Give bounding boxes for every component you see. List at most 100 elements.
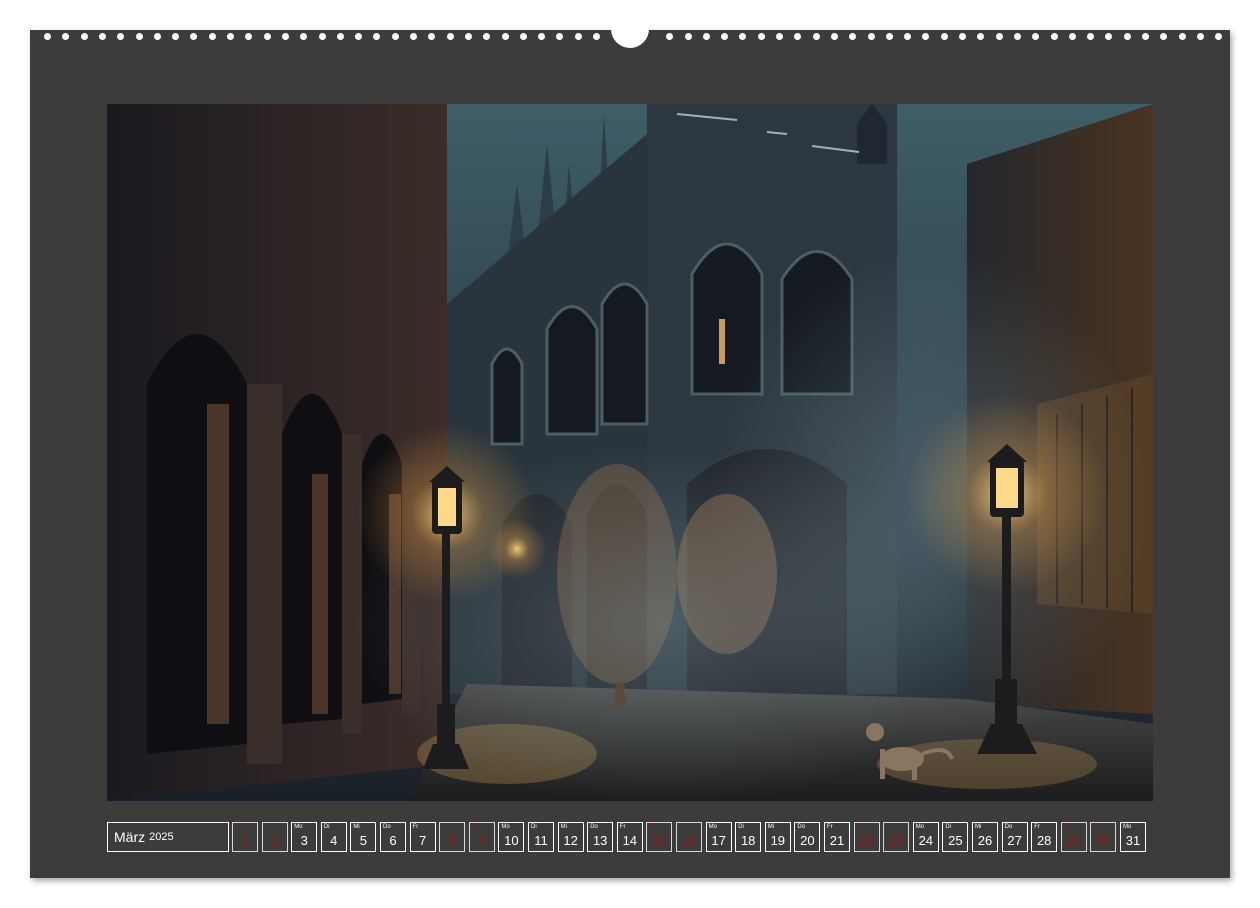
weekday-label: Sa	[442, 824, 450, 830]
spiral-hole	[776, 33, 783, 40]
day-number: 31	[1125, 833, 1141, 848]
weekday-label: So	[1093, 824, 1101, 830]
weekday-label: Mi	[767, 824, 775, 830]
spiral-hole	[977, 33, 985, 40]
day-number: 19	[770, 833, 786, 848]
day-number: 27	[1007, 833, 1022, 848]
day-cell: Di 25	[942, 822, 969, 852]
calendar-day-strip: März 2025 Sa 1 So 2 Mo 3 Di 4 Mi 5 Do 6 Fr 7 Sa 8 So 9 Mo 1…	[107, 822, 1153, 854]
weekday-label: Sa	[235, 824, 243, 830]
spiral-hole	[501, 33, 509, 40]
weekday-label: Di	[323, 824, 330, 830]
day-number: 4	[330, 833, 338, 848]
day-cell: Mo 3	[291, 822, 318, 852]
day-number: 25	[948, 833, 963, 848]
day-cell: So 30	[1090, 822, 1117, 852]
day-cell: Mi 19	[764, 822, 791, 852]
spiral-hole	[849, 33, 857, 40]
day-number: 20	[800, 833, 815, 848]
day-number: 23	[888, 833, 904, 848]
day-number: 29	[1066, 833, 1082, 848]
weekday-label: Do	[590, 824, 598, 830]
spiral-hole	[227, 33, 234, 40]
day-cell: Mi 26	[972, 822, 998, 852]
day-cell: Fr 14	[616, 822, 643, 852]
weekday-label: Sa	[649, 824, 657, 830]
spiral-hole	[556, 33, 564, 40]
spiral-hole	[1178, 33, 1186, 40]
day-cell: Fr 7	[409, 822, 436, 852]
day-number: 18	[740, 833, 756, 848]
spiral-hole	[666, 33, 674, 40]
weekday-label: Mi	[975, 824, 982, 830]
weekday-label: Di	[531, 824, 537, 830]
spiral-hole	[172, 33, 180, 40]
weekday-label: Sa	[1063, 824, 1072, 830]
spiral-hole	[574, 33, 582, 40]
spiral-hole	[940, 33, 948, 40]
gothic-street-night-lanterns-cats-icon	[107, 104, 1153, 801]
weekday-label: Di	[945, 824, 952, 830]
month-name: März	[114, 829, 146, 845]
day-number: 5	[359, 833, 367, 848]
spiral-hole	[885, 33, 893, 40]
day-cell: Sa 15	[646, 822, 673, 852]
weekday-label: Mi	[560, 824, 567, 830]
day-cell: Do 20	[794, 822, 821, 852]
spiral-hole	[336, 33, 344, 40]
day-number: 10	[504, 833, 519, 848]
spiral-hole	[702, 33, 710, 40]
spiral-hole	[153, 33, 161, 40]
spiral-hole	[1068, 33, 1076, 40]
spiral-hole	[538, 33, 546, 40]
spiral-hole	[300, 33, 308, 40]
spiral-hole	[373, 33, 381, 40]
day-number: 21	[829, 833, 845, 848]
weekday-label: Mi	[353, 824, 360, 830]
spiral-hole	[1050, 33, 1058, 40]
spiral-hole	[812, 33, 820, 40]
day-number: 22	[859, 833, 874, 848]
day-cell: So 2	[261, 822, 288, 852]
day-cell: Mo 24	[912, 822, 939, 852]
day-number: 24	[918, 833, 934, 848]
day-cell: Mo 31	[1120, 822, 1146, 852]
weekday-label: So	[471, 824, 480, 830]
spiral-hole	[1032, 33, 1040, 40]
weekday-label: Fr	[1034, 824, 1040, 830]
spiral-hole	[245, 33, 253, 40]
day-cell: Sa 8	[439, 822, 466, 852]
spiral-hole	[190, 33, 198, 40]
weekday-label: Mo	[294, 824, 303, 830]
weekday-label: Sa	[856, 824, 864, 830]
day-number: 28	[1036, 833, 1052, 848]
spiral-hole	[446, 33, 454, 40]
day-number: 8	[448, 833, 456, 848]
day-number: 2	[270, 833, 279, 848]
day-cell: Do 13	[587, 822, 614, 852]
day-cell: Mi 12	[557, 822, 584, 852]
spiral-hole	[80, 33, 88, 40]
day-number: 11	[534, 833, 548, 848]
day-number: 9	[478, 833, 486, 848]
day-cell: Sa 29	[1060, 822, 1087, 852]
weekday-label: So	[679, 824, 687, 830]
weekday-label: So	[264, 824, 272, 830]
spiral-hole	[721, 33, 729, 40]
day-cell: So 9	[468, 822, 495, 852]
spiral-hole	[410, 33, 417, 40]
day-cell: So 16	[676, 822, 702, 852]
spiral-hole	[483, 33, 491, 40]
spiral-hole	[922, 33, 930, 40]
spiral-hole	[794, 33, 802, 40]
weekday-label: Mo	[1123, 824, 1132, 830]
day-number: 14	[622, 833, 638, 848]
day-cell: Mi 5	[350, 822, 377, 852]
weekday-label: Fr	[412, 824, 419, 830]
weekday-label: So	[886, 824, 894, 830]
spiral-hole	[959, 33, 966, 40]
spiral-hole	[1196, 33, 1204, 40]
spiral-hole	[1087, 33, 1095, 40]
spiral-hole	[904, 33, 912, 40]
day-cell: Di 4	[320, 822, 347, 852]
